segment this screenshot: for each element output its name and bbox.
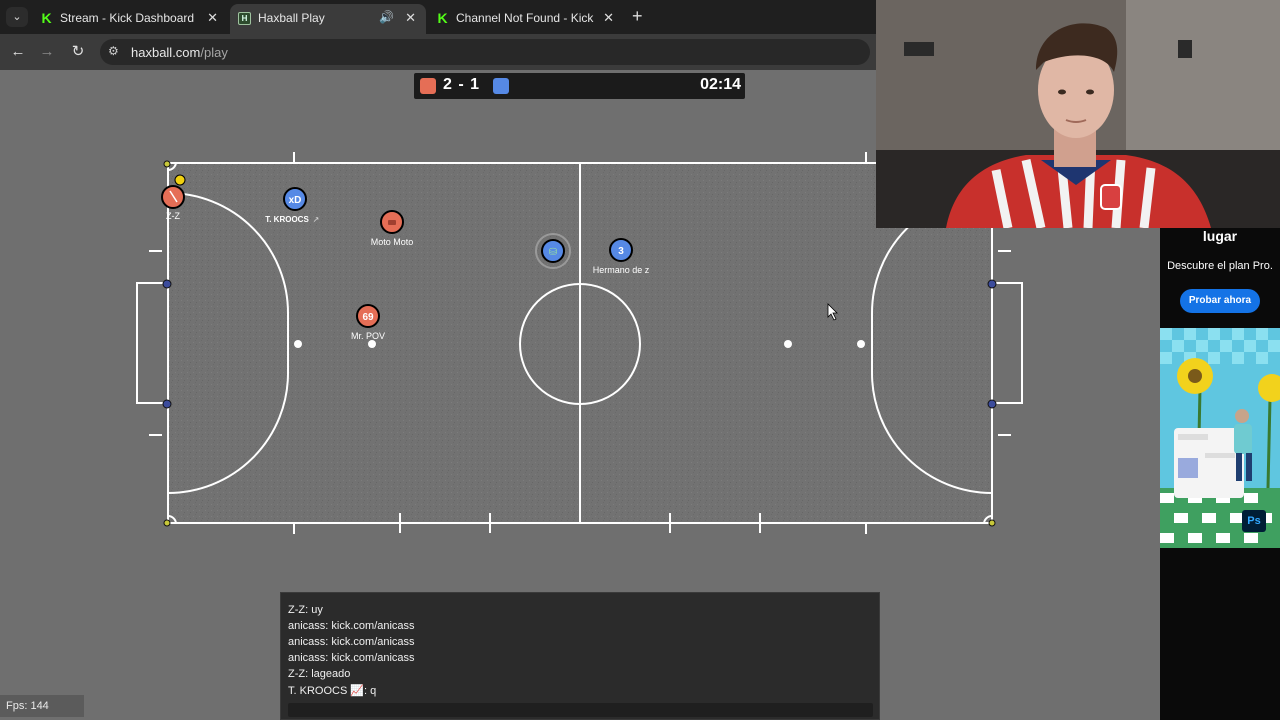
kick-indicator xyxy=(174,174,186,186)
tab-kick-dashboard[interactable]: K Stream - Kick Dashboard ✕ xyxy=(32,4,228,34)
try-now-button[interactable]: Probar ahora xyxy=(1180,289,1260,313)
chat-panel: Z-Z: uy anicass: kick.com/anicass anicas… xyxy=(280,592,880,720)
chat-input[interactable] xyxy=(288,703,873,717)
browser-toolbar: ← → ↻ ⚙ haxball.com/play xyxy=(0,34,876,70)
tab-title: Stream - Kick Dashboard xyxy=(60,11,195,25)
player-name-hermano-de-z: Hermano de z xyxy=(593,265,650,275)
back-arrow-icon[interactable]: ← xyxy=(9,43,27,61)
new-tab-button[interactable]: + xyxy=(632,7,643,25)
tab-title: Haxball Play xyxy=(258,11,325,25)
player-name-moto-moto: Moto Moto xyxy=(371,237,414,247)
webcam-overlay xyxy=(876,0,1280,228)
speaker-icon[interactable]: 🔊 xyxy=(379,10,394,24)
ad-headline: lugar xyxy=(1202,228,1238,244)
left-goal xyxy=(136,282,168,404)
address-bar[interactable]: ⚙ haxball.com/play xyxy=(100,39,870,65)
tab-channel-not-found[interactable]: K Channel Not Found - Kick Strea ✕ xyxy=(428,4,624,34)
chat-message: T. KROOCS 📈: q xyxy=(288,685,377,697)
forward-arrow-icon[interactable]: → xyxy=(38,43,56,61)
match-timer: 02:14 xyxy=(700,76,741,93)
chat-message: Z-Z: uy xyxy=(288,604,323,616)
ad-image[interactable]: Ps xyxy=(1160,328,1280,548)
ad-description: Descubre el plan Pro. xyxy=(1167,260,1273,272)
close-icon[interactable]: ✕ xyxy=(603,10,614,26)
url-path: /play xyxy=(200,45,228,60)
url-host: haxball.com xyxy=(131,45,201,60)
right-goal xyxy=(992,282,1023,404)
reload-icon[interactable]: ↻ xyxy=(69,43,87,61)
haxball-icon: H xyxy=(238,12,251,25)
site-info-icon[interactable]: ⚙ xyxy=(108,44,119,58)
player-name-z-z: Z-Z xyxy=(166,211,180,221)
player-name-mr-pov: Mr. POV xyxy=(351,331,385,341)
player-self: ⛁ xyxy=(535,233,571,269)
tab-search-button[interactable]: ⌄ xyxy=(6,7,28,27)
advertisement: lugar Descubre el plan Pro. Probar ahora xyxy=(1160,228,1280,720)
tab-haxball-play[interactable]: H Haxball Play 🔊 ✕ xyxy=(230,4,426,34)
blue-team-icon xyxy=(493,78,509,94)
fps-counter: Fps: 144 xyxy=(0,695,84,717)
close-icon[interactable]: ✕ xyxy=(207,10,218,26)
red-team-icon xyxy=(420,78,436,94)
player-avatar: xD xyxy=(289,195,302,206)
chat-message: anicass: kick.com/anicass xyxy=(288,636,415,648)
photoshop-icon: Ps xyxy=(1242,510,1266,532)
scoreboard: 2 - 1 02:14 xyxy=(414,73,745,99)
player-avatar: 69 xyxy=(362,312,374,323)
kick-icon: K xyxy=(437,10,448,26)
score-text: 2 - 1 xyxy=(443,76,481,93)
chart-up-icon: ↗ xyxy=(313,215,320,224)
browser-tab-bar: ⌄ K Stream - Kick Dashboard ✕ H Haxball … xyxy=(0,0,876,34)
url-text: haxball.com/play xyxy=(131,45,228,60)
kick-icon: K xyxy=(41,10,52,26)
chat-message: anicass: kick.com/anicass xyxy=(288,620,415,632)
bike-icon xyxy=(388,220,396,225)
player-avatar: 3 xyxy=(618,246,624,257)
close-icon[interactable]: ✕ xyxy=(405,10,416,26)
webcam-person-image xyxy=(876,0,1280,228)
player-name-t-kroocs: T. KROOCS xyxy=(265,215,309,224)
chat-message: anicass: kick.com/anicass xyxy=(288,652,415,664)
tab-title: Channel Not Found - Kick Strea xyxy=(456,11,596,25)
chat-message: Z-Z: lageado xyxy=(288,668,351,680)
chair-icon: ⛁ xyxy=(549,247,557,258)
